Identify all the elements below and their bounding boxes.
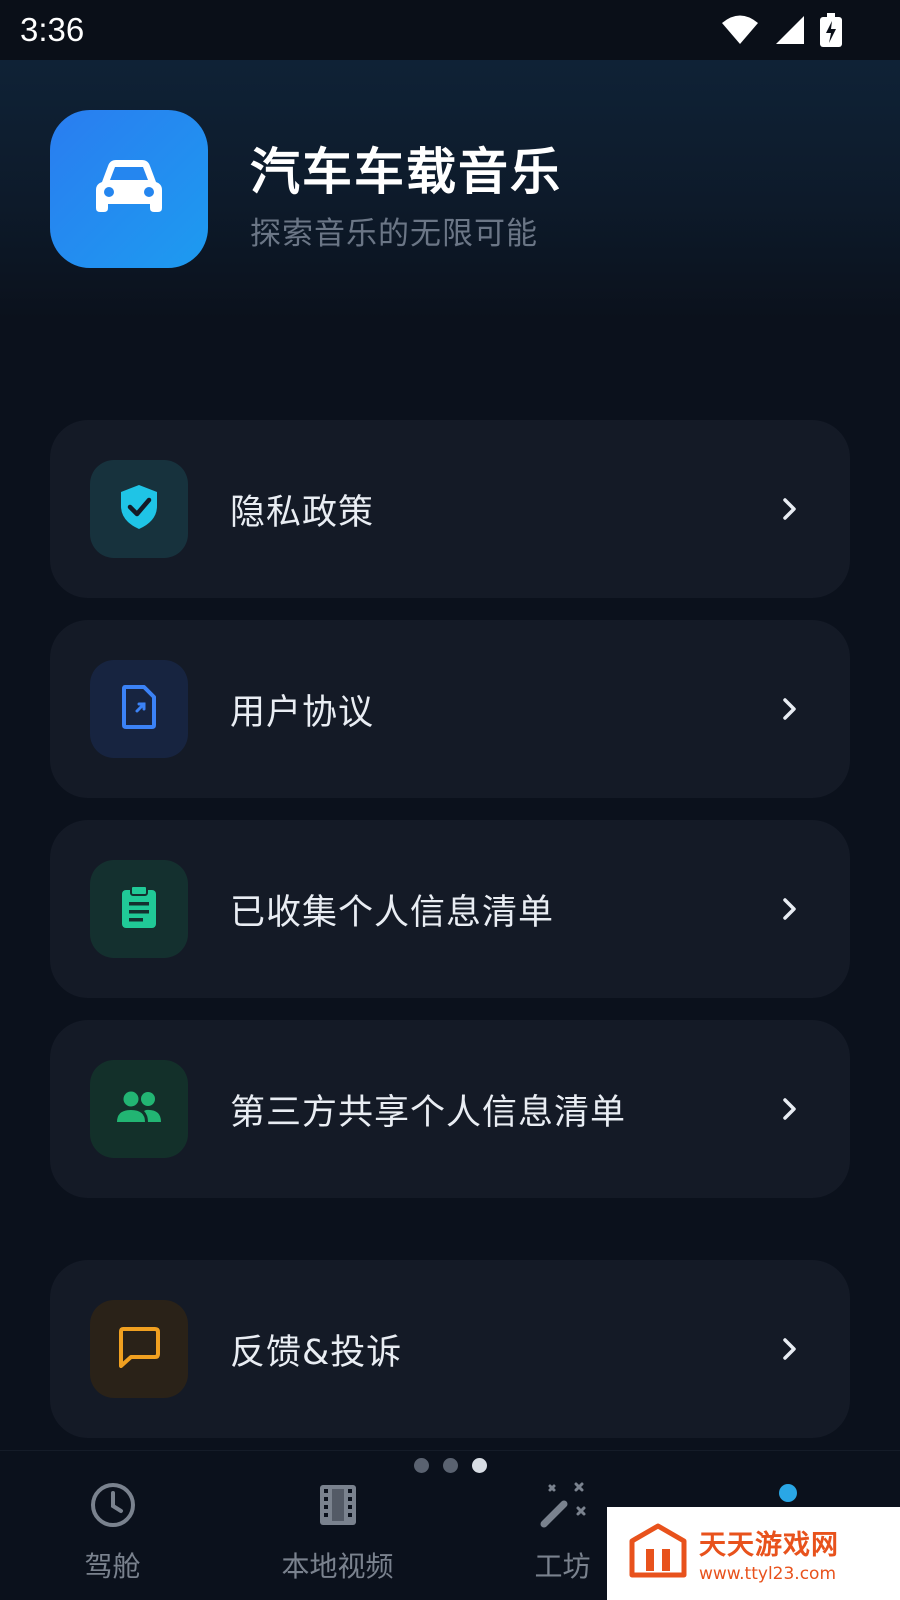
chevron-right-icon <box>770 1329 810 1369</box>
app-subtitle: 探索音乐的无限可能 <box>250 216 538 252</box>
wifi-icon <box>720 14 760 46</box>
app-logo <box>50 110 208 268</box>
watermark-url: www.ttyl23.com <box>699 1564 837 1584</box>
nav-item-local-video[interactable]: 本地视频 <box>225 1451 450 1600</box>
menu-item-feedback[interactable]: 反馈&投诉 <box>50 1260 850 1438</box>
watermark-title: 天天游戏网 <box>699 1530 839 1561</box>
chevron-right-icon <box>770 889 810 929</box>
nav-label: 工坊 <box>534 1550 591 1583</box>
page-dot <box>442 1458 458 1473</box>
watermark-text: 天天游戏网 www.ttyl23.com <box>699 1523 839 1584</box>
menu-icon-box <box>90 860 188 958</box>
menu-item-user-agreement[interactable]: 用户协议 <box>50 620 850 798</box>
app-title: 汽车车载音乐 <box>250 143 562 201</box>
menu-item-privacy-policy[interactable]: 隐私政策 <box>50 420 850 598</box>
menu-item-collected-info-list[interactable]: 已收集个人信息清单 <box>50 820 850 998</box>
document-icon <box>121 685 157 733</box>
shield-check-icon <box>119 484 159 534</box>
menu-item-label: 用户协议 <box>230 692 375 733</box>
menu-icon-box <box>90 1060 188 1158</box>
page-dot <box>413 1458 429 1473</box>
battery-charging-icon <box>820 13 842 47</box>
menu-item-label: 隐私政策 <box>230 492 375 533</box>
app-header: 汽车车载音乐 探索音乐的无限可能 <box>0 60 900 320</box>
car-icon <box>96 158 162 220</box>
menu-item-third-party-sharing-list[interactable]: 第三方共享个人信息清单 <box>50 1020 850 1198</box>
menu-icon-box <box>90 460 188 558</box>
menu-item-label: 第三方共享个人信息清单 <box>230 1092 627 1133</box>
nav-label: 本地视频 <box>281 1550 394 1583</box>
nav-label: 驾舱 <box>84 1550 141 1583</box>
people-icon <box>115 1090 163 1128</box>
watermark-logo-icon <box>629 1523 687 1585</box>
chevron-right-icon <box>770 689 810 729</box>
clock-icon <box>89 1477 137 1533</box>
magic-wand-icon <box>538 1477 588 1533</box>
menu-icon-box <box>90 660 188 758</box>
message-icon <box>117 1326 161 1372</box>
watermark: 天天游戏网 www.ttyl23.com <box>607 1507 900 1600</box>
status-icons <box>720 13 842 47</box>
clipboard-icon <box>120 885 158 933</box>
chevron-right-icon <box>770 1089 810 1129</box>
signal-icon <box>774 14 806 46</box>
menu-item-label: 反馈&投诉 <box>230 1332 403 1373</box>
status-bar: 3:36 <box>0 0 900 60</box>
chevron-right-icon <box>770 489 810 529</box>
page-dot-active <box>471 1458 487 1473</box>
status-time: 3:36 <box>20 11 85 48</box>
menu-item-label: 已收集个人信息清单 <box>230 892 555 933</box>
nav-item-cockpit[interactable]: 驾舱 <box>0 1451 225 1600</box>
menu-icon-box <box>90 1300 188 1398</box>
film-icon <box>318 1477 358 1533</box>
page-indicator <box>0 1458 900 1473</box>
